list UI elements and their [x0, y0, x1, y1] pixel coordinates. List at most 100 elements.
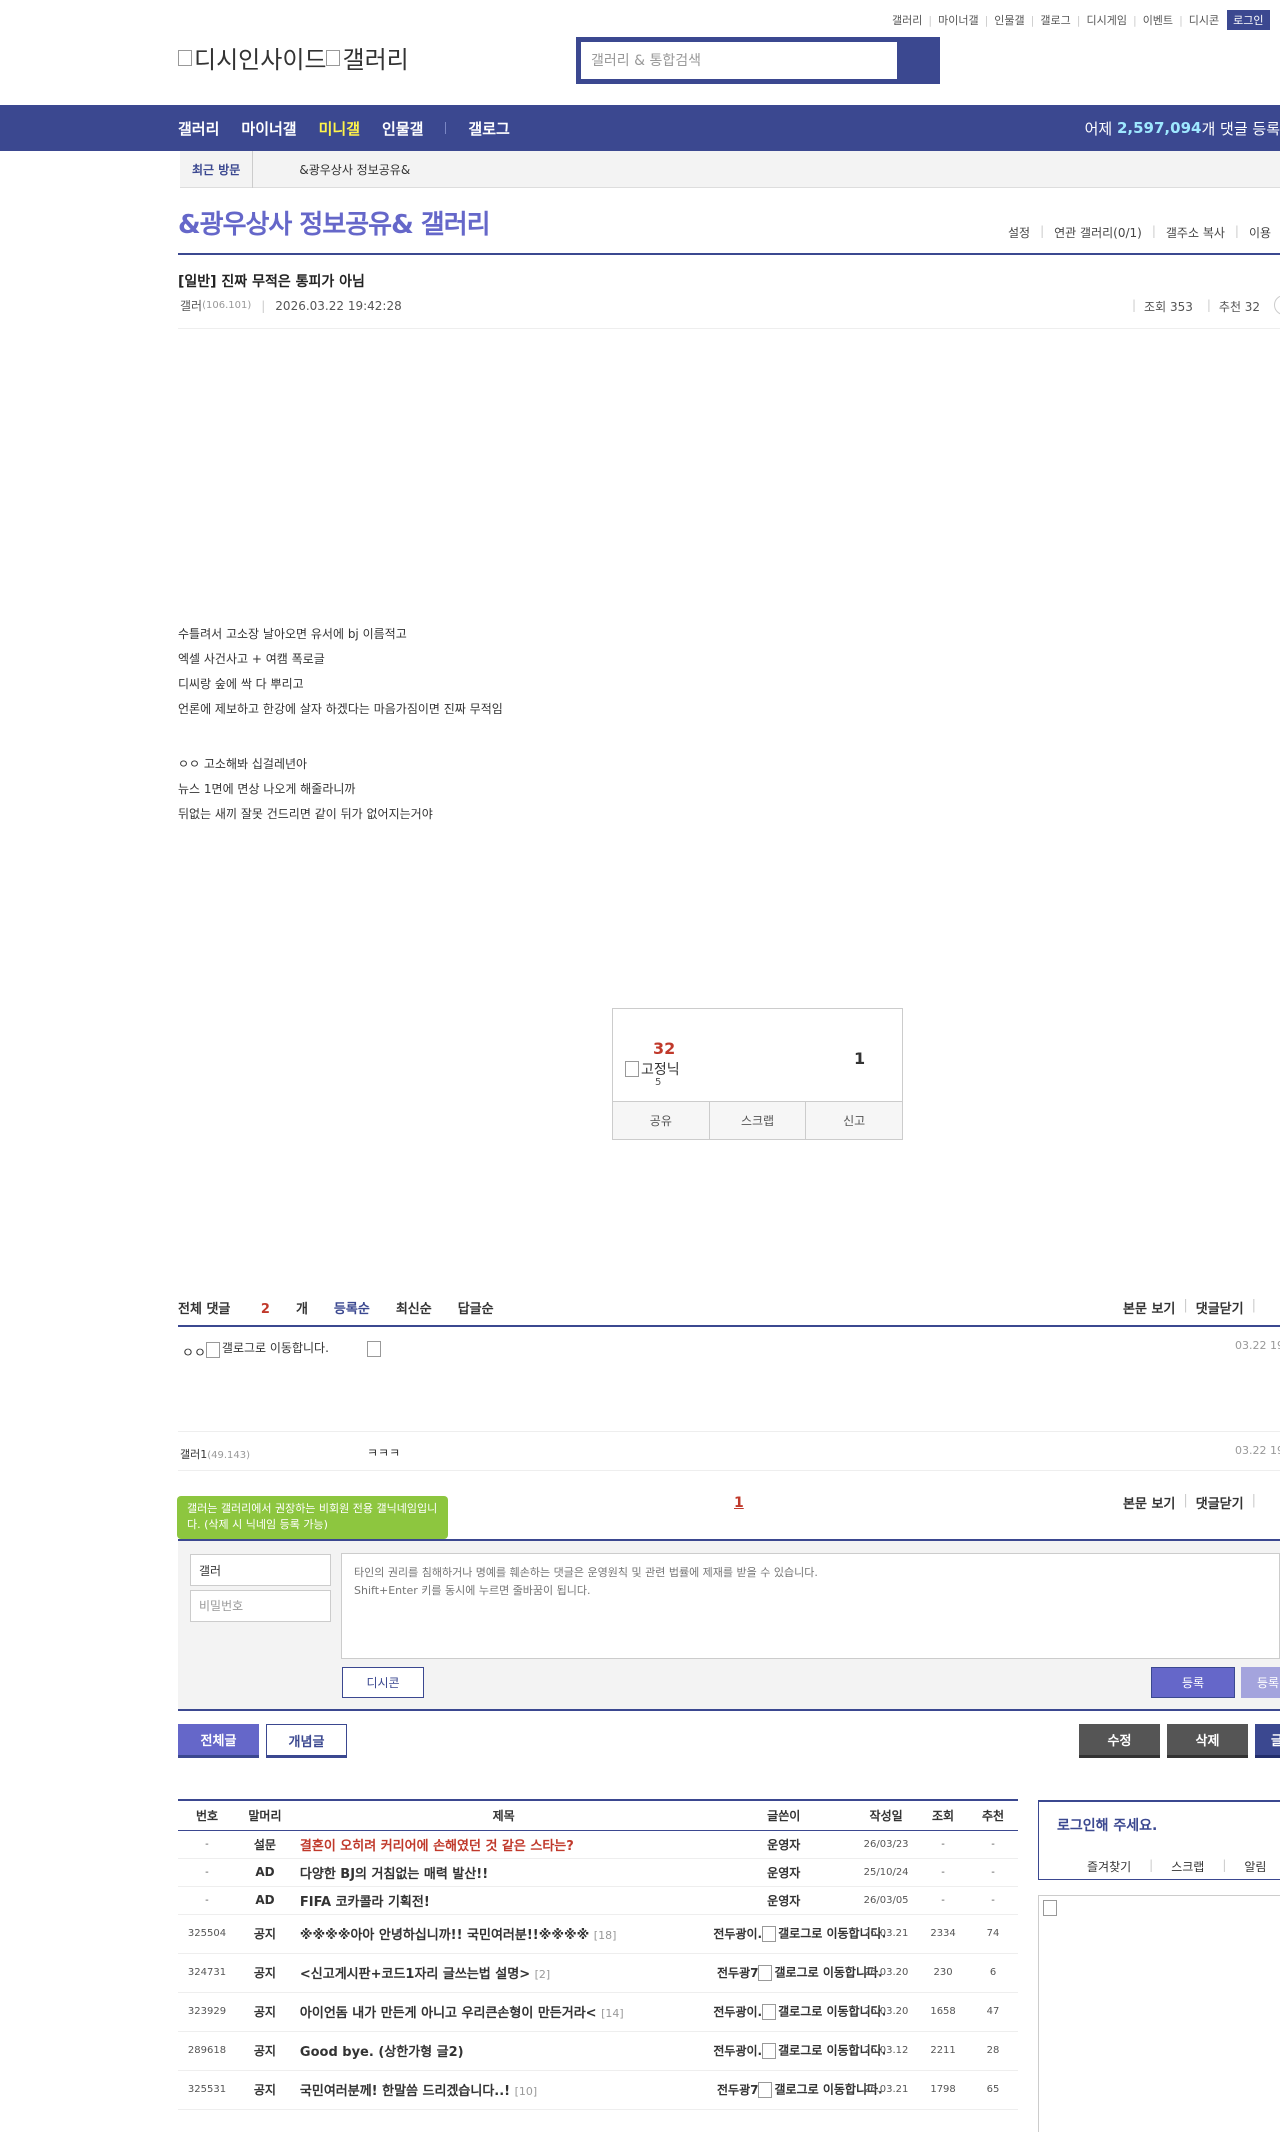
comment-page-1[interactable]: 1 [734, 1495, 744, 1511]
recent-visited-item[interactable]: &광우상사 정보공유& [299, 161, 410, 178]
writer-nick[interactable]: 운영자 [767, 1894, 800, 1908]
share-circle-button[interactable] [1274, 295, 1280, 315]
view-post-link[interactable]: 본문 보기 [1123, 1298, 1175, 1317]
post-writer[interactable]: 전두광이. 갤로그로 이동합니다. [713, 1914, 886, 1954]
submit-button[interactable]: 등록 [1151, 1667, 1235, 1698]
gallog-link[interactable]: 갤로그로 이동합니다. [762, 2043, 886, 2060]
post-writer[interactable]: 갤러 [180, 297, 202, 314]
table-row[interactable]: 325504 공지 ※※※※아아 안녕하십니까!! 국민여러분!!※※※※ [18]… [178, 1914, 1018, 1954]
post-subject[interactable]: 아이언돔 내가 만든게 아니고 우리큰손형이 만든거라< [14] [293, 1992, 714, 2032]
post-subject-text[interactable]: 결혼이 오히려 커리어에 손해였던 것 같은 스타는? [300, 1839, 574, 1854]
write-button[interactable]: 글 [1255, 1724, 1280, 1758]
close-comments-link[interactable]: 댓글닫기 [1196, 1298, 1244, 1317]
post-writer[interactable]: 운영자 [713, 1886, 855, 1915]
gallery-link[interactable]: 설정 [1008, 224, 1030, 241]
gallery-link[interactable]: 이용 [1249, 224, 1271, 241]
top-link[interactable]: 갤러리 [892, 12, 922, 28]
writer-nick[interactable]: 운영자 [767, 1838, 800, 1852]
nav-item[interactable]: 갤로그 [468, 118, 509, 139]
top-link[interactable]: 마이너갤 [938, 12, 978, 28]
gallery-link[interactable]: 연관 갤러리(0/1) [1054, 224, 1142, 241]
writer-nick[interactable]: 전두광이. [713, 2044, 762, 2058]
post-writer[interactable]: 전두광이. 갤로그로 이동합니다. [713, 1992, 886, 2032]
writer-nick[interactable]: 전두광이. [713, 2005, 762, 2019]
table-row[interactable]: 323929 공지 아이언돔 내가 만든게 아니고 우리큰손형이 만든거라< [14… [178, 1992, 1018, 2032]
post-writer[interactable]: 운영자 [713, 1830, 855, 1859]
side-link[interactable]: 스크랩 [1171, 1858, 1204, 1875]
submit-recommend-button[interactable]: 등록 [1241, 1667, 1280, 1698]
gallog-link[interactable]: 갤로그로 이동합니다. [758, 1965, 883, 1982]
reply-count[interactable]: [18] [594, 1929, 617, 1942]
post-subject[interactable]: 결혼이 오히려 커리어에 손해였던 것 같은 스타는? [293, 1830, 714, 1859]
nick-input[interactable] [190, 1554, 331, 1586]
table-row[interactable]: - AD 다양한 BJ의 거침없는 매력 발산!! 운영자 25/10/24- - [178, 1858, 1018, 1887]
reply-count[interactable]: [2] [535, 1968, 551, 1981]
table-row[interactable]: 325531 공지 국민여러분께! 한말씀 드리겠습니다..! [10] 전두광7 갤로… [178, 2070, 1018, 2110]
nav-item[interactable]: 미니갤 [319, 118, 360, 139]
concept-posts-button[interactable]: 개념글 [266, 1724, 347, 1758]
delete-button[interactable]: 삭제 [1167, 1724, 1248, 1758]
nav-item[interactable]: 인물갤 [382, 118, 423, 139]
site-logo[interactable]: 디시인사이드 갤러리 [178, 40, 409, 75]
edit-button[interactable]: 수정 [1079, 1724, 1160, 1758]
post-subject-text[interactable]: <신고게시판+코드1자리 글쓰는법 설명> [300, 1967, 530, 1982]
post-subject[interactable]: 국민여러분께! 한말씀 드리겠습니다..! [10] [293, 2070, 714, 2110]
search-input[interactable] [581, 42, 897, 79]
post-subject[interactable]: 다양한 BJ의 거침없는 매력 발산!! [293, 1858, 714, 1887]
sort-latest[interactable]: 최신순 [396, 1298, 432, 1317]
gallery-link[interactable]: 갤주소 복사 [1166, 224, 1225, 241]
recommend-action-button[interactable]: 신고 [806, 1102, 902, 1139]
top-link[interactable]: 갤로그 [1040, 12, 1070, 28]
table-row[interactable]: - AD FIFA 코카콜라 기획전! 운영자 26/03/05- - [178, 1886, 1018, 1915]
comment-2-nick[interactable]: 갤러1(49.143) [180, 1446, 250, 1462]
post-subject-text[interactable]: 국민여러분께! 한말씀 드리겠습니다..! [300, 2084, 510, 2099]
post-subject[interactable]: ※※※※아아 안녕하십니까!! 국민여러분!!※※※※ [18] [293, 1914, 714, 1954]
gallog-link[interactable]: 갤로그로 이동합니다. [762, 2004, 886, 2021]
comment-textarea[interactable] [341, 1553, 1280, 1659]
reply-count[interactable]: [10] [515, 2085, 538, 2098]
dccon-button[interactable]: 디시콘 [342, 1667, 424, 1698]
side-link[interactable]: 알림 [1244, 1858, 1266, 1875]
post-subject-text[interactable]: ※※※※아아 안녕하십니까!! 국민여러분!!※※※※ [300, 1928, 589, 1943]
gallery-title[interactable]: &광우상사 정보공유& 갤러리 [178, 204, 491, 241]
post-subject-text[interactable]: 아이언돔 내가 만든게 아니고 우리큰손형이 만든거라< [300, 2006, 597, 2021]
login-prompt[interactable]: 로그인해 주세요. [1057, 1815, 1157, 1835]
login-button[interactable]: 로그인 [1227, 10, 1270, 30]
recommend-action-button[interactable]: 공유 [613, 1102, 710, 1139]
table-row[interactable]: 324731 공지 <신고게시판+코드1자리 글쓰는법 설명> [2] 전두광7 갤로그… [178, 1953, 1018, 1993]
close-comments-link[interactable]: 댓글닫기 [1196, 1493, 1244, 1512]
post-subject[interactable]: <신고게시판+코드1자리 글쓰는법 설명> [2] [293, 1953, 714, 1993]
recommend-action-button[interactable]: 스크랩 [710, 1102, 807, 1139]
password-input[interactable] [190, 1590, 331, 1622]
gallog-link[interactable]: 갤로그로 이동합니다. [758, 2082, 883, 2099]
post-writer[interactable]: 전두광이. 갤로그로 이동합니다. [713, 2031, 886, 2071]
side-link[interactable]: 즐겨찾기 [1087, 1858, 1131, 1875]
sort-reply[interactable]: 답글순 [458, 1298, 494, 1317]
writer-nick[interactable]: 전두광7 [717, 1966, 758, 1980]
post-subject-text[interactable]: Good bye. (상한가형 글2) [300, 2045, 464, 2060]
top-link[interactable]: 디시게임 [1086, 12, 1126, 28]
post-writer[interactable]: 전두광7 갤로그로 이동합니다. [713, 1953, 883, 1993]
post-writer[interactable]: 전두광7 갤로그로 이동합니다. [713, 2070, 883, 2110]
gallog-link[interactable]: 갤로그로 이동합니다. [762, 1926, 886, 1943]
table-row[interactable]: - 설문 결혼이 오히려 커리어에 손해였던 것 같은 스타는? 운영자 26/03/2… [178, 1830, 1018, 1859]
writer-nick[interactable]: 운영자 [767, 1866, 800, 1880]
post-subject[interactable]: Good bye. (상한가형 글2) [293, 2031, 714, 2071]
recommend-down-count[interactable]: 1 [854, 1049, 865, 1068]
view-post-link[interactable]: 본문 보기 [1123, 1493, 1175, 1512]
writer-nick[interactable]: 전두광7 [717, 2083, 758, 2097]
top-link[interactable]: 인물갤 [994, 12, 1024, 28]
table-row[interactable]: 289618 공지 Good bye. (상한가형 글2) 전두광이. 갤로그로 이동합… [178, 2031, 1018, 2071]
nav-item[interactable]: 마이너갤 [241, 118, 296, 139]
sort-registered[interactable]: 등록순 [334, 1298, 370, 1317]
top-link[interactable]: 이벤트 [1143, 12, 1173, 28]
all-posts-button[interactable]: 전체글 [178, 1724, 259, 1758]
post-writer[interactable]: 운영자 [713, 1858, 855, 1887]
post-subject-text[interactable]: FIFA 코카콜라 기획전! [300, 1895, 430, 1910]
writer-nick[interactable]: 전두광이. [713, 1927, 762, 1941]
gallog-link[interactable]: 갤로그로 이동합니다. [205, 1342, 336, 1358]
reply-count[interactable]: [14] [601, 2007, 624, 2020]
recommend-up-count[interactable]: 32 [653, 1039, 675, 1058]
post-subject-text[interactable]: 다양한 BJ의 거침없는 매력 발산!! [300, 1867, 488, 1882]
top-link[interactable]: 디시콘 [1189, 12, 1219, 28]
